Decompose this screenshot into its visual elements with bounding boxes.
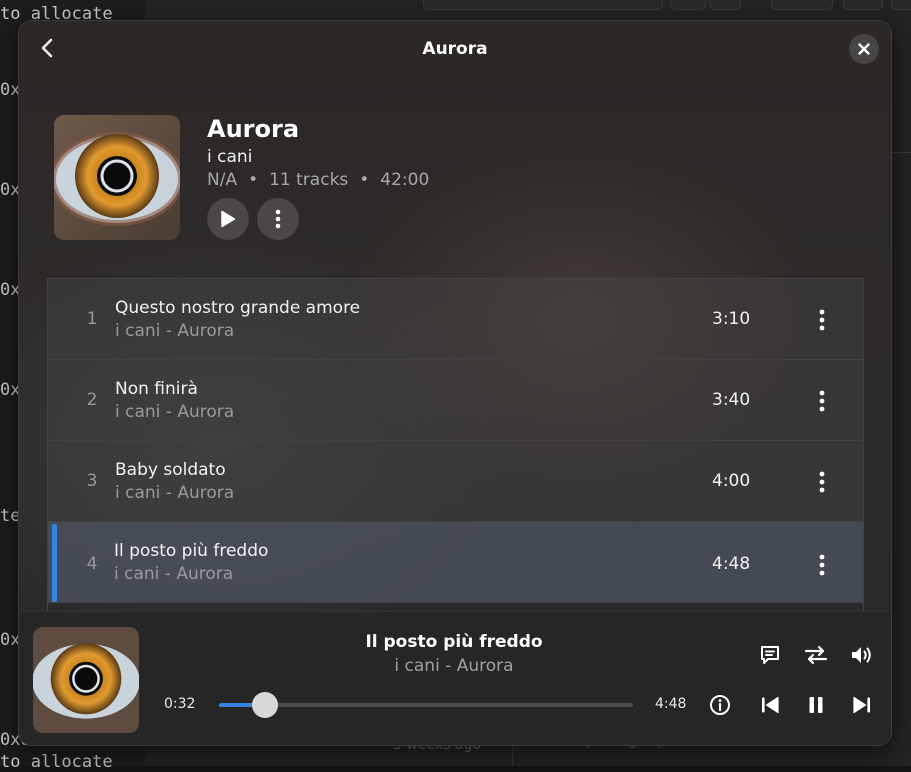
album-track-count: 11 tracks	[269, 170, 349, 190]
track-duration: 4:00	[712, 471, 751, 491]
next-icon	[853, 696, 870, 714]
track-row[interactable]: 1 Questo nostro grande amore i cani - Au…	[48, 279, 863, 360]
track-menu-button[interactable]	[808, 304, 836, 336]
track-title: Questo nostro grande amore	[115, 298, 361, 318]
next-button[interactable]	[847, 690, 877, 720]
track-number: 4	[86, 554, 98, 574]
album-duration: 42:00	[380, 170, 430, 190]
album-cover	[54, 115, 180, 240]
background-button	[709, 0, 741, 10]
current-time: 0:32	[164, 696, 196, 712]
album-year: N/A	[207, 170, 238, 190]
track-title: Baby soldato	[115, 460, 226, 480]
album-meta: N/A • 11 tracks • 42:00	[207, 170, 429, 190]
pause-icon	[809, 697, 823, 713]
background-search	[423, 0, 663, 10]
info-button[interactable]	[705, 690, 735, 720]
repeat-button[interactable]	[801, 640, 831, 670]
terminal-line: to allocate	[0, 752, 113, 772]
track-row[interactable]: 3 Baby soldato i cani - Aurora 4:00	[48, 441, 863, 522]
track-duration: 3:10	[712, 309, 751, 329]
meta-separator: •	[359, 170, 370, 190]
lyrics-icon	[761, 646, 779, 664]
album-title: Aurora	[207, 115, 300, 143]
album-artist[interactable]: i cani	[207, 147, 252, 167]
track-duration: 4:48	[712, 554, 751, 574]
background-button	[891, 0, 911, 10]
track-menu-button[interactable]	[808, 385, 836, 417]
track-number: 2	[86, 390, 98, 410]
play-icon	[221, 210, 236, 228]
background-button	[670, 0, 706, 10]
previous-icon	[762, 696, 779, 714]
track-artist-album: i cani - Aurora	[115, 402, 235, 422]
track-row[interactable]: 2 Non finirà i cani - Aurora 3:40	[48, 360, 863, 441]
track-artist-album: i cani - Aurora	[115, 483, 235, 503]
volume-button[interactable]	[847, 640, 877, 670]
volume-icon	[852, 647, 871, 663]
lyrics-button[interactable]	[755, 640, 785, 670]
seek-bar[interactable]	[219, 692, 633, 718]
album-menu-button[interactable]	[257, 198, 299, 240]
more-vertical-icon	[819, 471, 825, 493]
dialog-title: Aurora	[422, 39, 488, 59]
track-title: Non finirà	[115, 379, 198, 399]
meta-separator: •	[248, 170, 259, 190]
player-bar: Il posto più freddo i cani - Aurora 0:32…	[19, 611, 891, 745]
background-button	[771, 0, 833, 10]
close-button[interactable]	[849, 34, 879, 64]
more-vertical-icon	[819, 554, 825, 576]
track-list: 1 Questo nostro grande amore i cani - Au…	[47, 278, 864, 612]
track-title: Il posto più freddo	[114, 541, 269, 561]
track-menu-button[interactable]	[808, 549, 836, 581]
album-dialog: Aurora Aurora i cani N/A • 11 tracks • 4…	[18, 20, 892, 746]
previous-button[interactable]	[755, 690, 785, 720]
track-artist-album: i cani - Aurora	[115, 321, 235, 341]
track-number: 3	[86, 471, 98, 491]
info-icon	[710, 695, 730, 715]
seek-handle[interactable]	[251, 692, 278, 718]
now-playing-title: Il posto più freddo	[365, 632, 543, 652]
now-playing-cover[interactable]	[33, 627, 139, 733]
background-button	[843, 0, 883, 10]
track-artist-album: i cani - Aurora	[114, 564, 234, 584]
close-icon	[858, 43, 870, 55]
track-duration: 3:40	[712, 390, 751, 410]
pause-button[interactable]	[801, 690, 831, 720]
now-playing-artist-album[interactable]: i cani - Aurora	[279, 656, 629, 676]
play-album-button[interactable]	[207, 198, 249, 240]
track-number: 1	[86, 309, 98, 329]
more-vertical-icon	[275, 209, 281, 229]
repeat-icon	[804, 645, 828, 665]
total-time: 4:48	[655, 696, 687, 712]
more-vertical-icon	[819, 390, 825, 412]
track-row-playing[interactable]: 4 Il posto più freddo i cani - Aurora 4:…	[48, 522, 863, 603]
track-menu-button[interactable]	[808, 466, 836, 498]
more-vertical-icon	[819, 309, 825, 331]
